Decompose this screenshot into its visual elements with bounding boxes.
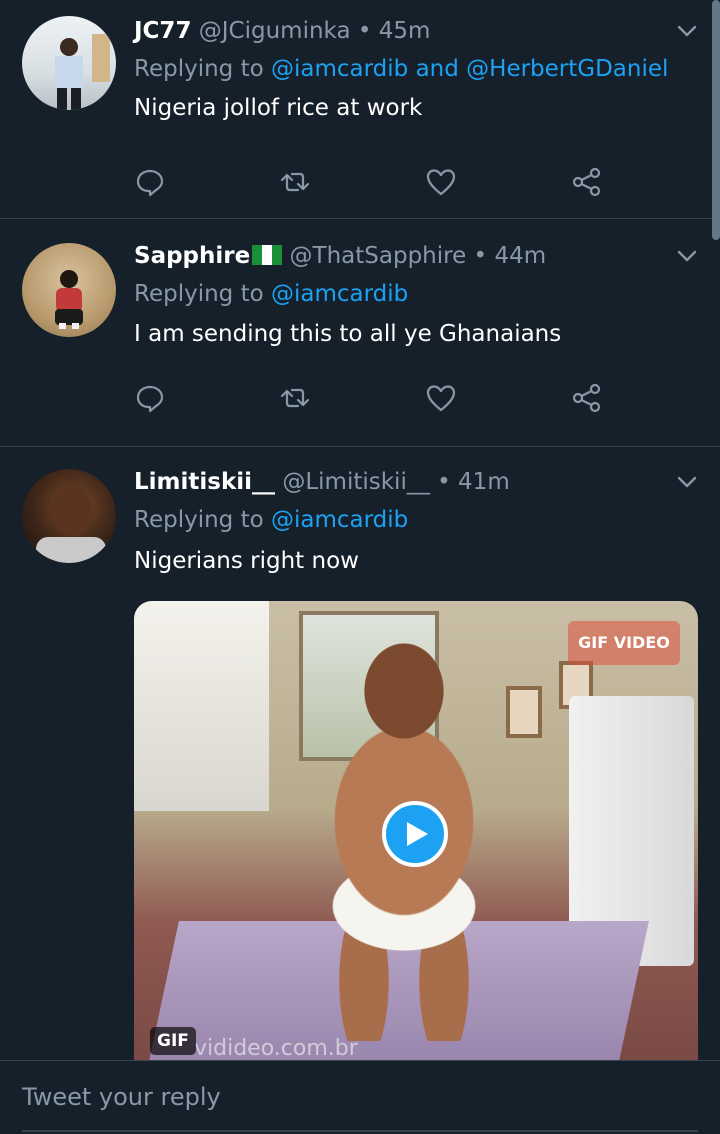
nigeria-flag-icon [252,245,283,265]
reply-icon[interactable] [134,166,166,198]
display-name[interactable]: Sapphire [134,243,250,269]
separator: • [357,18,372,44]
tweet-actions [134,166,604,198]
tweet[interactable]: Limitiskii__ @Limitiskii__ • 41m Replyin… [0,447,720,1061]
display-name[interactable]: Limitiskii__ [134,469,275,495]
avatar[interactable] [22,469,116,563]
user-handle[interactable]: @ThatSapphire [290,243,467,269]
like-icon[interactable] [425,166,457,198]
tweet[interactable]: Sapphire @ThatSapphire • 44m Replying to… [0,219,720,447]
mention-link[interactable]: @iamcardib [271,281,408,307]
replying-prefix: Replying to [134,56,264,82]
tweet-header: Sapphire @ThatSapphire • 44m [134,241,546,271]
timestamp[interactable]: 44m [494,243,546,269]
like-icon[interactable] [425,382,457,414]
composer-underline [22,1130,698,1132]
replying-prefix: Replying to [134,281,264,307]
tweet-actions [134,382,604,414]
chevron-down-icon[interactable] [676,471,698,493]
mention-link[interactable]: @iamcardib and @HerbertGDaniel [271,56,668,82]
replying-to: Replying to @iamcardib [134,505,408,535]
play-button[interactable] [382,801,448,867]
replying-to: Replying to @iamcardib [134,279,408,309]
scrollbar[interactable] [712,0,720,240]
tweet-header: JC77 @JCiguminka • 45m [134,16,430,46]
separator: • [473,243,488,269]
media-watermark-url: vidideo.com.br [194,1036,358,1061]
reply-input[interactable]: Tweet your reply [22,1083,221,1111]
user-handle[interactable]: @JCiguminka [199,18,351,44]
mention-link[interactable]: @iamcardib [271,507,408,533]
gif-badge: GIF [150,1027,196,1055]
separator: • [437,469,451,495]
user-handle[interactable]: @Limitiskii__ [282,469,430,495]
reply-icon[interactable] [134,382,166,414]
replying-to: Replying to @iamcardib and @HerbertGDani… [134,54,668,84]
tweet[interactable]: JC77 @JCiguminka • 45m Replying to @iamc… [0,0,720,219]
retweet-icon[interactable] [279,166,311,198]
avatar[interactable] [22,243,116,337]
chevron-down-icon[interactable] [676,20,698,42]
media-picture-frame [506,686,542,738]
replying-prefix: Replying to [134,507,264,533]
timestamp[interactable]: 45m [379,18,431,44]
tweet-text: Nigerians right now [134,548,359,574]
media-window [134,601,269,811]
chevron-down-icon[interactable] [676,245,698,267]
gif-media[interactable]: GIF VIDEO vidideo.com.br GIF [134,601,698,1061]
display-name[interactable]: JC77 [134,18,191,44]
share-icon[interactable] [571,166,603,198]
share-icon[interactable] [571,382,603,414]
tweet-text: I am sending this to all ye Ghanaians [134,321,562,347]
avatar[interactable] [22,16,116,110]
tweet-text: Nigeria jollof rice at work [134,95,423,121]
play-icon [407,822,428,846]
media-watermark: GIF VIDEO [568,621,680,665]
reply-composer[interactable]: Tweet your reply [0,1060,720,1134]
retweet-icon[interactable] [279,382,311,414]
timestamp[interactable]: 41m [458,469,510,495]
tweet-header: Limitiskii__ @Limitiskii__ • 41m [134,467,510,497]
